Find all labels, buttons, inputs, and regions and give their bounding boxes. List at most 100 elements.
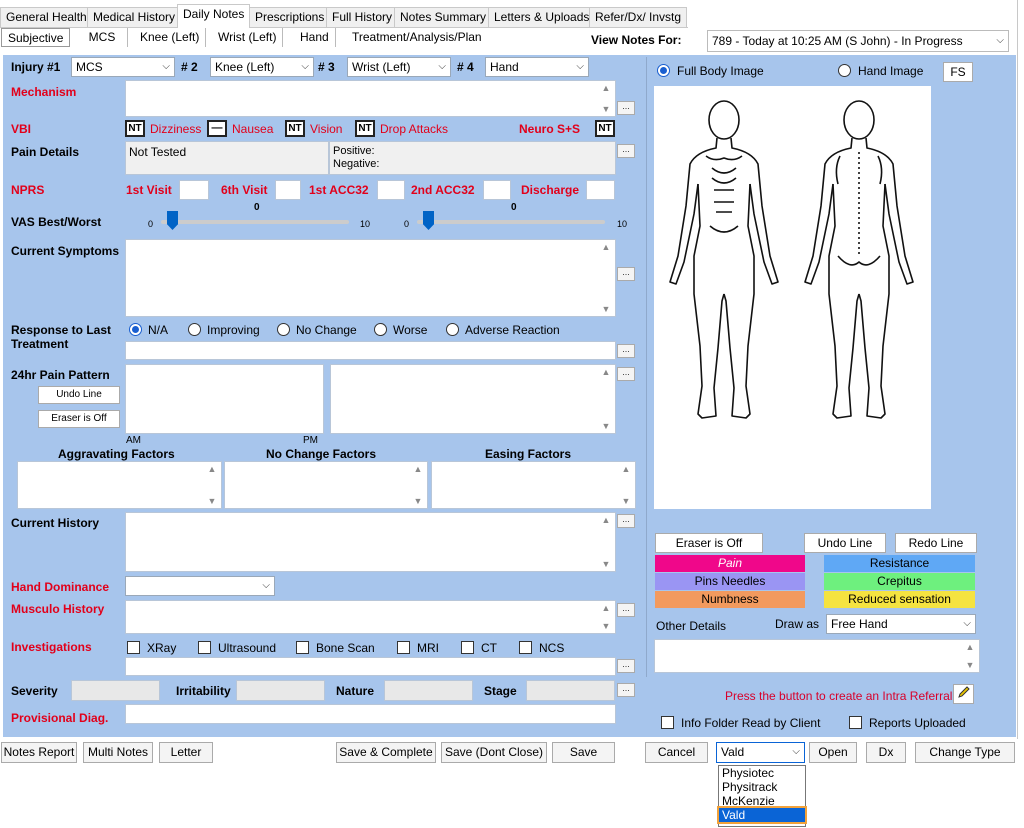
severity-more-button[interactable]: ...: [617, 683, 635, 697]
aggravating-input[interactable]: ▲ ▼: [17, 461, 222, 509]
subtab-hand[interactable]: Hand: [294, 28, 336, 47]
mechanism-more-button[interactable]: ...: [617, 101, 635, 115]
scroll-up-icon[interactable]: ▲: [962, 642, 978, 652]
change-type-button[interactable]: Change Type: [915, 742, 1015, 763]
other-details-input[interactable]: ▲ ▼: [654, 639, 980, 673]
scroll-down-icon[interactable]: ▼: [962, 660, 978, 670]
fullscreen-button[interactable]: FS: [943, 62, 973, 82]
response-na-radio[interactable]: [129, 323, 142, 336]
dropdown-option-mckenzie[interactable]: McKenzie: [719, 794, 805, 808]
scroll-down-icon[interactable]: ▼: [410, 496, 426, 506]
irritability-field[interactable]: [236, 680, 325, 701]
acc32-first-input[interactable]: [377, 180, 405, 200]
current-history-input[interactable]: ▲ ▼: [125, 512, 616, 572]
stage-field[interactable]: [526, 680, 615, 701]
scroll-up-icon[interactable]: ▲: [410, 464, 426, 474]
subtab-wrist-left[interactable]: Wrist (Left): [212, 28, 284, 47]
reports-uploaded-checkbox[interactable]: [849, 716, 862, 729]
legend-pins-needles[interactable]: Pins Needles: [655, 573, 805, 590]
notes-report-button[interactable]: Notes Report: [1, 742, 77, 763]
acc32-second-input[interactable]: [483, 180, 511, 200]
save-button[interactable]: Save: [552, 742, 615, 763]
drop-attacks-nt-toggle[interactable]: NT: [355, 120, 375, 137]
investigation-ncs-checkbox[interactable]: [519, 641, 532, 654]
redo-line-button[interactable]: Redo Line: [895, 533, 977, 553]
scroll-up-icon[interactable]: ▲: [598, 367, 614, 377]
undo-line-button[interactable]: Undo Line: [804, 533, 886, 553]
scroll-down-icon[interactable]: ▼: [598, 304, 614, 314]
open-button[interactable]: Open: [809, 742, 857, 763]
response-no-change-radio[interactable]: [277, 323, 290, 336]
tab-medical-history[interactable]: Medical History: [87, 7, 182, 27]
vision-nt-toggle[interactable]: NT: [285, 120, 305, 137]
pain-pattern-pm-notes[interactable]: ▲ ▼: [330, 364, 616, 434]
subtab-treatment[interactable]: Treatment/Analysis/Plan: [346, 28, 488, 47]
tab-notes-summary[interactable]: Notes Summary: [394, 7, 493, 27]
cancel-button[interactable]: Cancel: [645, 742, 708, 763]
legend-numbness[interactable]: Numbness: [655, 591, 805, 608]
tab-general-health[interactable]: General Health: [0, 7, 93, 27]
injury-1-select[interactable]: MCS ⌵: [71, 57, 175, 77]
nausea-toggle[interactable]: —: [207, 120, 227, 137]
investigations-more-button[interactable]: ...: [617, 659, 635, 673]
legend-reduced-sensation[interactable]: Reduced sensation: [824, 591, 975, 608]
injury-2-select[interactable]: Knee (Left) ⌵: [210, 57, 314, 77]
subtab-mcs[interactable]: MCS: [77, 28, 128, 47]
full-body-radio[interactable]: [657, 64, 670, 77]
dropdown-option-physiotec[interactable]: Physiotec: [719, 766, 805, 780]
subtab-subjective[interactable]: Subjective: [1, 28, 71, 47]
first-visit-input[interactable]: [179, 180, 209, 200]
easing-input[interactable]: ▲ ▼: [431, 461, 636, 509]
response-adverse-radio[interactable]: [446, 323, 459, 336]
info-folder-checkbox[interactable]: [661, 716, 674, 729]
injury-4-select[interactable]: Hand ⌵: [485, 57, 589, 77]
vas-best-slider[interactable]: [167, 211, 178, 230]
response-notes-input[interactable]: [125, 341, 616, 360]
tab-daily-notes[interactable]: Daily Notes: [177, 4, 251, 28]
scroll-down-icon[interactable]: ▼: [598, 621, 614, 631]
scroll-up-icon[interactable]: ▲: [598, 603, 614, 613]
tab-refer-dx[interactable]: Refer/Dx/ Invstg: [589, 7, 688, 27]
severity-field[interactable]: [71, 680, 160, 701]
save-complete-button[interactable]: Save & Complete: [336, 742, 436, 763]
nature-field[interactable]: [384, 680, 473, 701]
dropdown-option-physitrack[interactable]: Physitrack: [719, 780, 805, 794]
letter-button[interactable]: Letter: [159, 742, 213, 763]
no-change-input[interactable]: ▲ ▼: [224, 461, 428, 509]
pain-details-not-tested[interactable]: Not Tested: [125, 141, 329, 175]
investigation-mri-checkbox[interactable]: [397, 641, 410, 654]
scroll-down-icon[interactable]: ▼: [598, 421, 614, 431]
intra-referral-button[interactable]: [953, 684, 974, 704]
hand-image-radio[interactable]: [838, 64, 851, 77]
sixth-visit-input[interactable]: [275, 180, 301, 200]
scroll-up-icon[interactable]: ▲: [598, 242, 614, 252]
dx-button[interactable]: Dx: [866, 742, 906, 763]
injury-3-select[interactable]: Wrist (Left) ⌵: [347, 57, 451, 77]
investigation-xray-checkbox[interactable]: [127, 641, 140, 654]
vas-worst-slider[interactable]: [423, 211, 434, 230]
pain-pattern-eraser-button[interactable]: Eraser is Off: [38, 410, 120, 428]
scroll-up-icon[interactable]: ▲: [204, 464, 220, 474]
tab-letters-uploads[interactable]: Letters & Uploads: [488, 7, 596, 27]
current-history-more-button[interactable]: ...: [617, 514, 635, 528]
subtab-knee-left[interactable]: Knee (Left): [134, 28, 207, 47]
current-symptoms-more-button[interactable]: ...: [617, 267, 635, 281]
musculo-history-input[interactable]: ▲ ▼: [125, 600, 616, 634]
pain-pattern-undo-button[interactable]: Undo Line: [38, 386, 120, 404]
investigation-ct-checkbox[interactable]: [461, 641, 474, 654]
legend-pain[interactable]: Pain: [655, 555, 805, 572]
provisional-diag-input[interactable]: [125, 704, 616, 724]
scroll-up-icon[interactable]: ▲: [598, 515, 614, 525]
view-notes-select[interactable]: 789 - Today at 10:25 AM (S John) - In Pr…: [707, 30, 1009, 52]
investigations-notes-input[interactable]: [125, 657, 616, 676]
scroll-down-icon[interactable]: ▼: [204, 496, 220, 506]
multi-notes-button[interactable]: Multi Notes: [83, 742, 153, 763]
investigation-ultrasound-checkbox[interactable]: [198, 641, 211, 654]
scroll-down-icon[interactable]: ▼: [598, 104, 614, 114]
neuro-nt-toggle[interactable]: NT: [595, 120, 615, 137]
response-improving-radio[interactable]: [188, 323, 201, 336]
dropdown-option-vald[interactable]: Vald: [717, 806, 807, 824]
current-symptoms-input[interactable]: ▲ ▼: [125, 239, 616, 317]
eraser-toggle-button[interactable]: Eraser is Off: [655, 533, 763, 553]
musculo-history-more-button[interactable]: ...: [617, 603, 635, 617]
